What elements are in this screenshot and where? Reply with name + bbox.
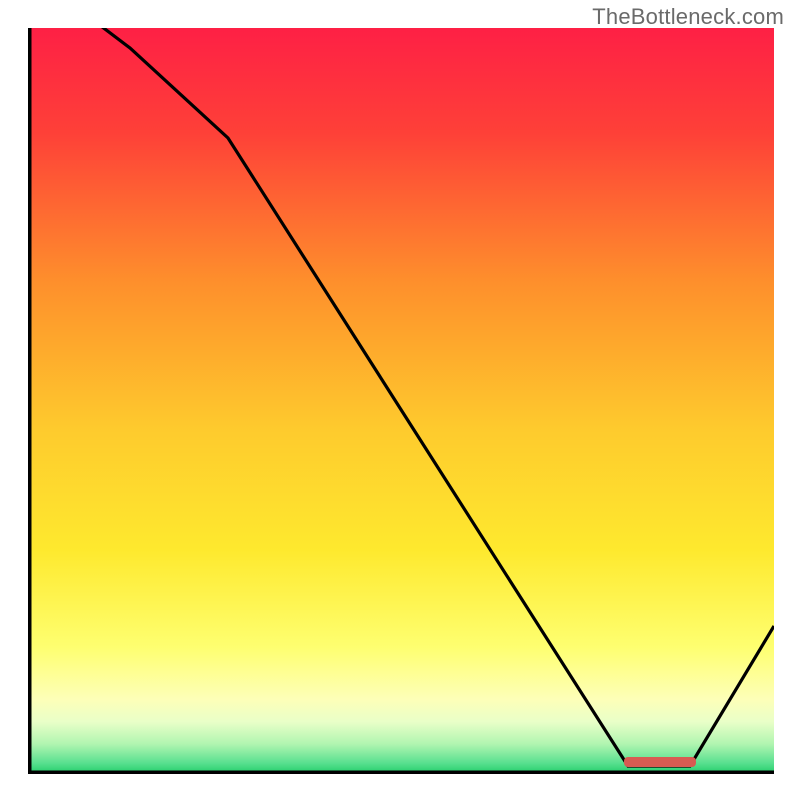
watermark-text: TheBottleneck.com bbox=[592, 4, 784, 30]
chart-plot-area bbox=[28, 28, 774, 774]
optimal-marker bbox=[624, 757, 696, 767]
chart-svg bbox=[28, 28, 774, 774]
chart-background-heatmap bbox=[28, 28, 774, 774]
